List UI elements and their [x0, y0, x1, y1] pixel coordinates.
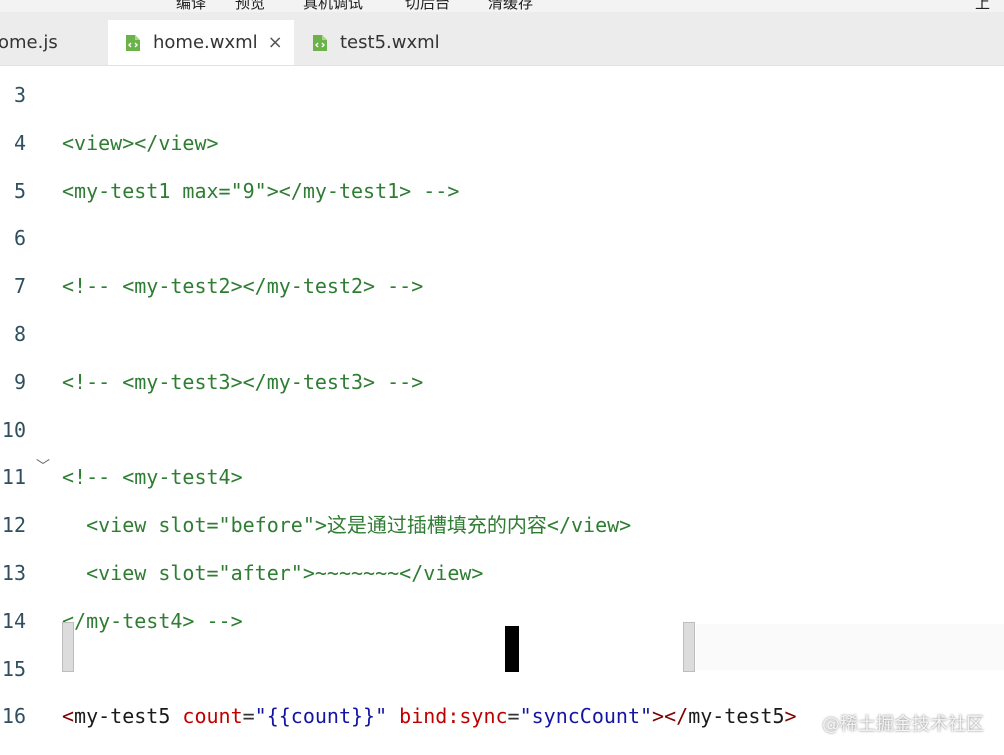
code-line[interactable]: 12 <view slot="before">这是通过插槽填充的内容</view…: [0, 510, 1004, 540]
code-text: <!-- <my-test2></my-test2> -->: [62, 271, 423, 301]
tab-home-js[interactable]: ome.js: [0, 20, 106, 65]
code-line[interactable]: 10: [0, 415, 1004, 445]
code-token: <!-- <my-test2></my-test2> -->: [62, 274, 424, 299]
code-token: "{{count}}": [254, 704, 388, 729]
code-line[interactable]: 8: [0, 319, 1004, 349]
line-number: 5: [13, 178, 26, 203]
menu-toolbar: 编译 预览 真机调试 切后台 清缓存 上传: [0, 0, 1004, 12]
selection-handle-left[interactable]: [62, 622, 74, 672]
code-line[interactable]: 13 <view slot="after">~~~~~~~</view>: [0, 558, 1004, 588]
tab-label: ome.js: [0, 32, 58, 53]
toolbar-remote-debug[interactable]: 真机调试: [303, 0, 363, 12]
code-token: <view slot="after">~~~~~~~</view>: [62, 561, 484, 585]
code-token: >: [784, 704, 797, 729]
text-cursor: [505, 626, 519, 672]
code-token: my-test5: [74, 704, 171, 729]
code-token: =: [507, 704, 520, 729]
line-number: 14: [1, 608, 26, 633]
code-text: <my-test5 count="{{count}}" bind:sync="s…: [62, 701, 797, 731]
code-text: <my-test1 max="9"></my-test1> -->: [62, 176, 459, 206]
code-line[interactable]: 6: [0, 223, 1004, 253]
code-line[interactable]: 3: [0, 80, 1004, 110]
toolbar-preview[interactable]: 预览: [235, 0, 265, 12]
line-number: 16: [1, 704, 26, 729]
line-number: 8: [13, 322, 26, 346]
line-number: 9: [13, 369, 26, 394]
code-token: count: [170, 704, 243, 729]
code-token: <view slot="before">这是通过插槽填充的内容</view>: [62, 513, 632, 538]
code-token: </my-test4> -->: [62, 608, 243, 633]
code-line[interactable]: 4 <view></view>: [0, 128, 1004, 158]
code-text: <!-- <my-test3></my-test3> -->: [62, 367, 423, 397]
tab-label: test5.wxml: [340, 32, 440, 53]
wxml-file-icon: [125, 34, 141, 52]
line-number: 4: [13, 130, 26, 155]
code-token: >: [652, 704, 665, 729]
code-line[interactable]: 5 <my-test1 max="9"></my-test1> -->: [0, 176, 1004, 206]
toolbar-upload[interactable]: 上传: [975, 0, 1004, 12]
selection-handle-right[interactable]: [683, 622, 695, 672]
line-number: 7: [13, 274, 26, 299]
tab-label: home.wxml: [153, 32, 258, 53]
code-text: <view slot="before">这是通过插槽填充的内容</view>: [62, 510, 631, 540]
line-number: 6: [13, 226, 26, 251]
code-token: </: [664, 704, 689, 729]
line-number: 3: [13, 83, 26, 107]
line-number: 13: [1, 561, 26, 585]
editor-tab-bar: ome.js home.wxml × test5.wxml: [0, 12, 1004, 66]
wxml-file-icon: [312, 34, 328, 52]
code-token: =: [242, 704, 255, 729]
code-line[interactable]: 7 <!-- <my-test2></my-test2> -->: [0, 271, 1004, 301]
toolbar-compile[interactable]: 编译: [176, 0, 206, 12]
code-text: <view></view>: [62, 128, 219, 158]
line-number: 15: [1, 656, 26, 681]
code-text: </my-test4> -->: [62, 606, 243, 636]
watermark: @稀土掘金技术社区: [822, 714, 984, 735]
hover-popup: [696, 624, 1004, 670]
code-text: <view slot="after">~~~~~~~</view>: [62, 558, 483, 588]
code-line[interactable]: 9 <!-- <my-test3></my-test3> -->: [0, 367, 1004, 397]
code-token: "syncCount": [519, 704, 653, 729]
code-token: <!-- <my-test3></my-test3> -->: [62, 369, 424, 394]
code-token: bind:sync: [387, 704, 508, 729]
toolbar-clear-cache[interactable]: 清缓存: [488, 0, 533, 12]
tab-test5-wxml[interactable]: test5.wxml: [296, 20, 466, 65]
toolbar-background[interactable]: 切后台: [405, 0, 450, 12]
line-number: 11: [1, 465, 26, 490]
code-token: my-test5: [688, 704, 785, 729]
close-icon[interactable]: ×: [268, 33, 283, 52]
code-token: <view></view>: [62, 130, 219, 155]
chevron-down-icon[interactable]: ﹀: [36, 452, 50, 482]
code-text: <!-- <my-test4>: [62, 462, 243, 492]
tab-home-wxml[interactable]: home.wxml ×: [108, 20, 294, 65]
line-number: 10: [1, 417, 26, 442]
code-token: <: [62, 704, 75, 729]
code-token: <!-- <my-test4>: [62, 465, 243, 490]
code-line[interactable]: 11 ﹀ <!-- <my-test4>: [0, 459, 1004, 492]
code-token: <my-test1 max="9"></my-test1> -->: [62, 178, 460, 203]
line-number: 12: [1, 513, 26, 538]
